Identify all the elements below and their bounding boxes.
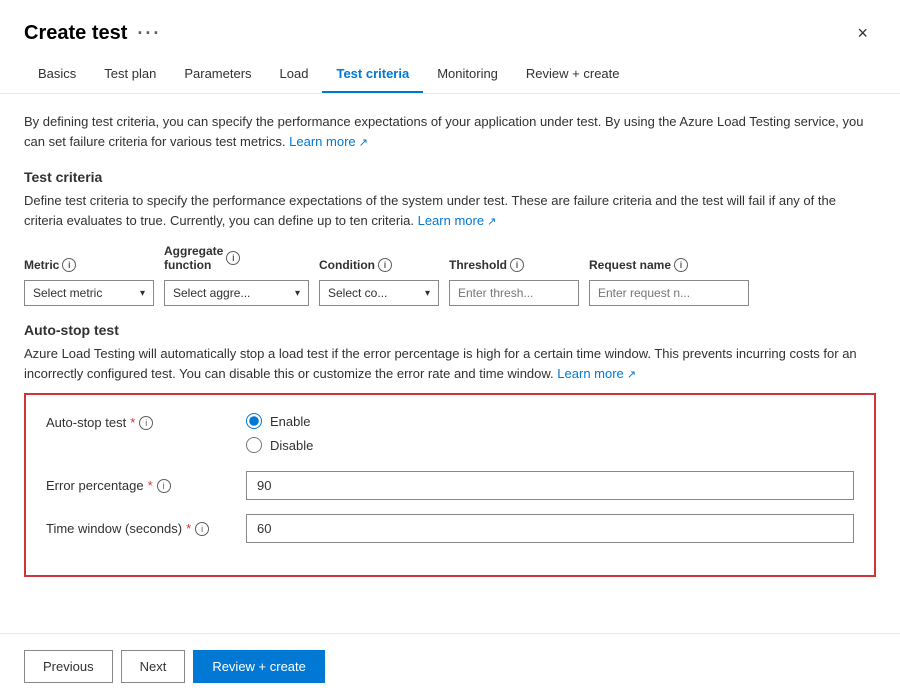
previous-button[interactable]: Previous xyxy=(24,650,113,683)
metric-dropdown-chevron: ▾ xyxy=(140,288,145,299)
autostop-title: Auto-stop test xyxy=(24,322,876,338)
autostop-section: Auto-stop test Azure Load Testing will a… xyxy=(24,322,876,577)
intro-learn-more-link[interactable]: Learn more xyxy=(289,134,368,149)
autostop-required-star: * xyxy=(130,415,135,430)
time-window-label: Time window (seconds) * i xyxy=(46,521,246,536)
autostop-enable-row: Auto-stop test * i Enable Disable xyxy=(46,413,854,453)
col-header-metric: Metric i xyxy=(24,258,154,272)
error-percentage-info-icon[interactable]: i xyxy=(157,479,171,493)
dialog-title: Create test ··· xyxy=(24,22,161,45)
tab-parameters[interactable]: Parameters xyxy=(170,56,265,93)
dialog-title-text: Create test xyxy=(24,22,127,45)
create-test-dialog: Create test ··· × Basics Test plan Param… xyxy=(0,0,900,699)
tabs-bar: Basics Test plan Parameters Load Test cr… xyxy=(0,56,900,94)
autostop-config-box: Auto-stop test * i Enable Disable xyxy=(24,393,876,577)
test-criteria-learn-more-link[interactable]: Learn more xyxy=(418,213,497,228)
autostop-field-label: Auto-stop test * i xyxy=(46,413,246,430)
tab-test-plan[interactable]: Test plan xyxy=(90,56,170,93)
condition-dropdown-chevron: ▾ xyxy=(425,288,430,299)
intro-paragraph: By defining test criteria, you can speci… xyxy=(24,112,876,151)
time-window-input[interactable] xyxy=(246,514,854,543)
metric-dropdown[interactable]: Select metric ▾ xyxy=(24,280,154,306)
aggregate-dropdown-chevron: ▾ xyxy=(295,288,300,299)
condition-info-icon[interactable]: i xyxy=(378,258,392,272)
error-percentage-required-star: * xyxy=(148,478,153,493)
enable-radio[interactable] xyxy=(246,413,262,429)
disable-radio-option[interactable]: Disable xyxy=(246,437,854,453)
col-header-threshold: Threshold i xyxy=(449,258,579,272)
criteria-input-row: Select metric ▾ Select aggre... ▾ Select… xyxy=(24,280,876,306)
request-name-input[interactable] xyxy=(589,280,749,306)
test-criteria-desc: Define test criteria to specify the perf… xyxy=(24,191,876,230)
metric-dropdown-container: Select metric ▾ xyxy=(24,280,154,306)
autostop-radio-group: Enable Disable xyxy=(246,413,854,453)
disable-radio[interactable] xyxy=(246,437,262,453)
autostop-learn-more-link[interactable]: Learn more xyxy=(557,366,636,381)
tab-test-criteria[interactable]: Test criteria xyxy=(322,56,423,93)
enable-radio-option[interactable]: Enable xyxy=(246,413,854,429)
content-area: By defining test criteria, you can speci… xyxy=(0,94,900,633)
col-header-aggregate: Aggregatefunction i xyxy=(164,244,309,272)
aggregate-dropdown-container: Select aggre... ▾ xyxy=(164,280,309,306)
autostop-desc: Azure Load Testing will automatically st… xyxy=(24,344,876,383)
condition-dropdown-container: Select co... ▾ xyxy=(319,280,439,306)
threshold-input-container xyxy=(449,280,579,306)
autostop-info-icon[interactable]: i xyxy=(139,416,153,430)
col-header-condition: Condition i xyxy=(319,258,439,272)
dialog-header: Create test ··· × xyxy=(0,0,900,56)
test-criteria-title: Test criteria xyxy=(24,169,876,185)
request-name-input-container xyxy=(589,280,749,306)
error-percentage-row: Error percentage * i xyxy=(46,471,854,500)
time-window-required-star: * xyxy=(186,521,191,536)
condition-dropdown[interactable]: Select co... ▾ xyxy=(319,280,439,306)
aggregate-dropdown[interactable]: Select aggre... ▾ xyxy=(164,280,309,306)
time-window-info-icon[interactable]: i xyxy=(195,522,209,536)
request-name-info-icon[interactable]: i xyxy=(674,258,688,272)
error-percentage-label: Error percentage * i xyxy=(46,478,246,493)
error-percentage-input[interactable] xyxy=(246,471,854,500)
dialog-footer: Previous Next Review + create xyxy=(0,633,900,699)
dialog-title-dots: ··· xyxy=(137,23,161,44)
threshold-info-icon[interactable]: i xyxy=(510,258,524,272)
metric-info-icon[interactable]: i xyxy=(62,258,76,272)
col-header-request-name: Request name i xyxy=(589,258,749,272)
tab-basics[interactable]: Basics xyxy=(24,56,90,93)
next-button[interactable]: Next xyxy=(121,650,186,683)
time-window-row: Time window (seconds) * i xyxy=(46,514,854,543)
threshold-input[interactable] xyxy=(449,280,579,306)
close-button[interactable]: × xyxy=(849,20,876,46)
tab-review-create[interactable]: Review + create xyxy=(512,56,634,93)
criteria-headers: Metric i Aggregatefunction i Condition i… xyxy=(24,244,876,272)
tab-load[interactable]: Load xyxy=(266,56,323,93)
review-create-button[interactable]: Review + create xyxy=(193,650,325,683)
aggregate-info-icon[interactable]: i xyxy=(226,251,240,265)
tab-monitoring[interactable]: Monitoring xyxy=(423,56,512,93)
